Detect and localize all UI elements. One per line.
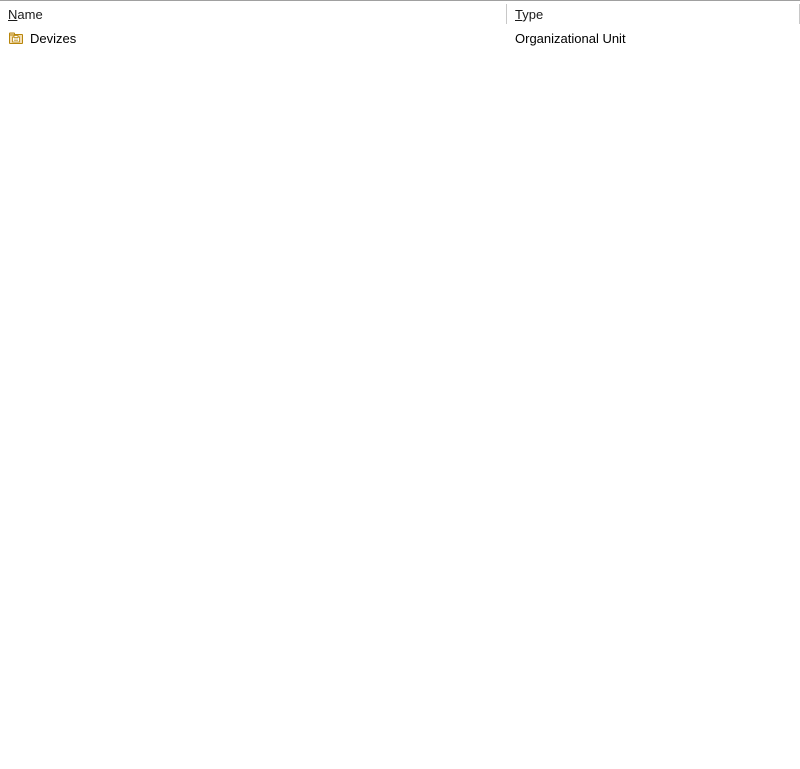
column-header-type[interactable]: Type — [507, 1, 800, 27]
list-view: Name Type Devizes Organizational — [0, 0, 800, 769]
column-header-name[interactable]: Name — [0, 1, 507, 27]
list-item-type-cell: Organizational Unit — [507, 27, 800, 49]
list-item-type: Organizational Unit — [515, 31, 626, 46]
list-item-name: Devizes — [30, 31, 76, 46]
column-header-type-label: Type — [515, 7, 543, 22]
column-header-name-label: Name — [8, 7, 43, 22]
list-item[interactable]: Devizes Organizational Unit — [0, 27, 800, 49]
list-item-name-cell: Devizes — [0, 27, 507, 49]
ou-folder-icon — [8, 30, 24, 46]
column-headers: Name Type — [0, 1, 800, 27]
